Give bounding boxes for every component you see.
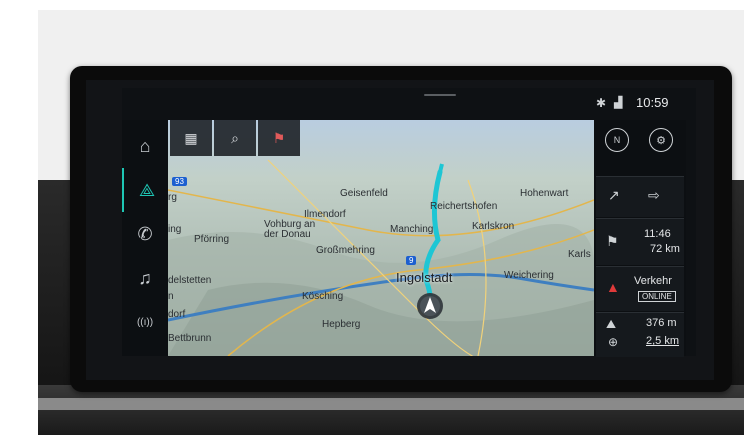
altitude-zoom-info: ⛰ 376 m ⊕ 2,5 km [596, 312, 684, 357]
nav-phone-button[interactable]: ✆ [122, 212, 168, 256]
road-shield-93: 93 [172, 177, 187, 186]
navigation-info-panel: N ⚙ ↗ ⇨ ⚑ 11:46 72 km ▲ Verkehr ONLINE ⛰… [594, 120, 686, 357]
road-shield-9: 9 [406, 256, 417, 265]
map-label: Karlskron [472, 221, 515, 232]
arrival-info[interactable]: ⚑ 11:46 72 km [596, 218, 684, 265]
map-label: Karls [568, 249, 591, 260]
map-label: dorf [168, 309, 186, 320]
map-label: Geisenfeld [340, 188, 388, 199]
signal-icon: ▟ [614, 97, 623, 109]
arrival-time: 11:46 [644, 228, 671, 240]
clock: 10:59 [636, 95, 669, 110]
map-label: Reichertshofen [430, 201, 498, 212]
grid-icon: ▦ [184, 129, 198, 146]
destination-flag-icon: ⚑ [606, 233, 619, 249]
home-icon: ⌂ [139, 135, 151, 156]
dashboard-bottom [38, 385, 744, 435]
drawer-handle[interactable] [424, 94, 456, 96]
nav-navigation-button[interactable]: ⟁ [122, 168, 170, 212]
map-menu-button[interactable]: ▦ [170, 120, 212, 156]
dashboard-trim [38, 398, 744, 410]
nav-media-button[interactable]: ♫ [122, 256, 168, 300]
map-label: Großmehring [316, 245, 375, 256]
remaining-distance: 72 km [650, 243, 680, 255]
phone-icon: ✆ [137, 223, 153, 244]
map-label: ing [168, 224, 182, 235]
map-label: Weichering [504, 270, 554, 281]
zoom-icon[interactable]: ⊕ [608, 335, 618, 349]
map-label: Vohburg an der Donau [264, 219, 316, 240]
map-label: Pförring [194, 234, 230, 245]
bluetooth-icon: ✱ [596, 96, 607, 110]
map-label: n [168, 291, 174, 302]
traffic-online-badge: ONLINE [638, 291, 676, 302]
destination-button[interactable]: ⚑ [258, 120, 300, 156]
map-label-city: Ingolstadt [396, 270, 453, 285]
compass-button[interactable]: N [596, 122, 638, 158]
main-menu-sidebar: ⌂ ⟁ ✆ ♫ ((ı)) [122, 120, 168, 356]
traffic-label: Verkehr [634, 275, 672, 287]
destination-flag-icon: ⚑ [272, 129, 286, 146]
route-actions: ↗ ⇨ [596, 176, 684, 217]
map-search-button[interactable]: ⌕ [214, 120, 256, 156]
map-label: Kösching [302, 291, 344, 302]
radio-antenna-icon: ((ı)) [136, 316, 154, 328]
route-options-icon[interactable]: ⇨ [648, 187, 660, 204]
map-label: rg [168, 192, 177, 203]
traffic-info[interactable]: ▲ Verkehr ONLINE [596, 266, 684, 311]
music-note-icon: ♫ [138, 267, 152, 288]
traffic-warning-icon: ▲ [606, 279, 620, 295]
navigation-map[interactable]: ▦ ⌕ ⚑ 93 rg Geisenfeld Hohenwart Ilmendo… [168, 120, 594, 356]
map-label: Hohenwart [520, 188, 569, 199]
compass-icon: N [605, 128, 629, 152]
route-icon[interactable]: ↗ [608, 187, 620, 204]
search-icon: ⌕ [231, 129, 239, 146]
nav-radio-button[interactable]: ((ı)) [122, 300, 168, 344]
map-label: Hepberg [322, 319, 361, 330]
settings-gear-icon: ⚙ [649, 128, 673, 152]
map-settings-button[interactable]: ⚙ [640, 122, 682, 158]
map-label: delstetten [168, 275, 212, 286]
nav-home-button[interactable]: ⌂ [122, 124, 168, 168]
navigation-arrow-icon: ⟁ [138, 179, 156, 200]
altitude-icon: ⛰ [606, 317, 617, 331]
map-label: Manching [390, 224, 434, 235]
map-label: Bettbrunn [168, 333, 212, 344]
altitude-value: 376 m [646, 317, 677, 329]
zoom-scale[interactable]: 2,5 km [646, 335, 679, 347]
